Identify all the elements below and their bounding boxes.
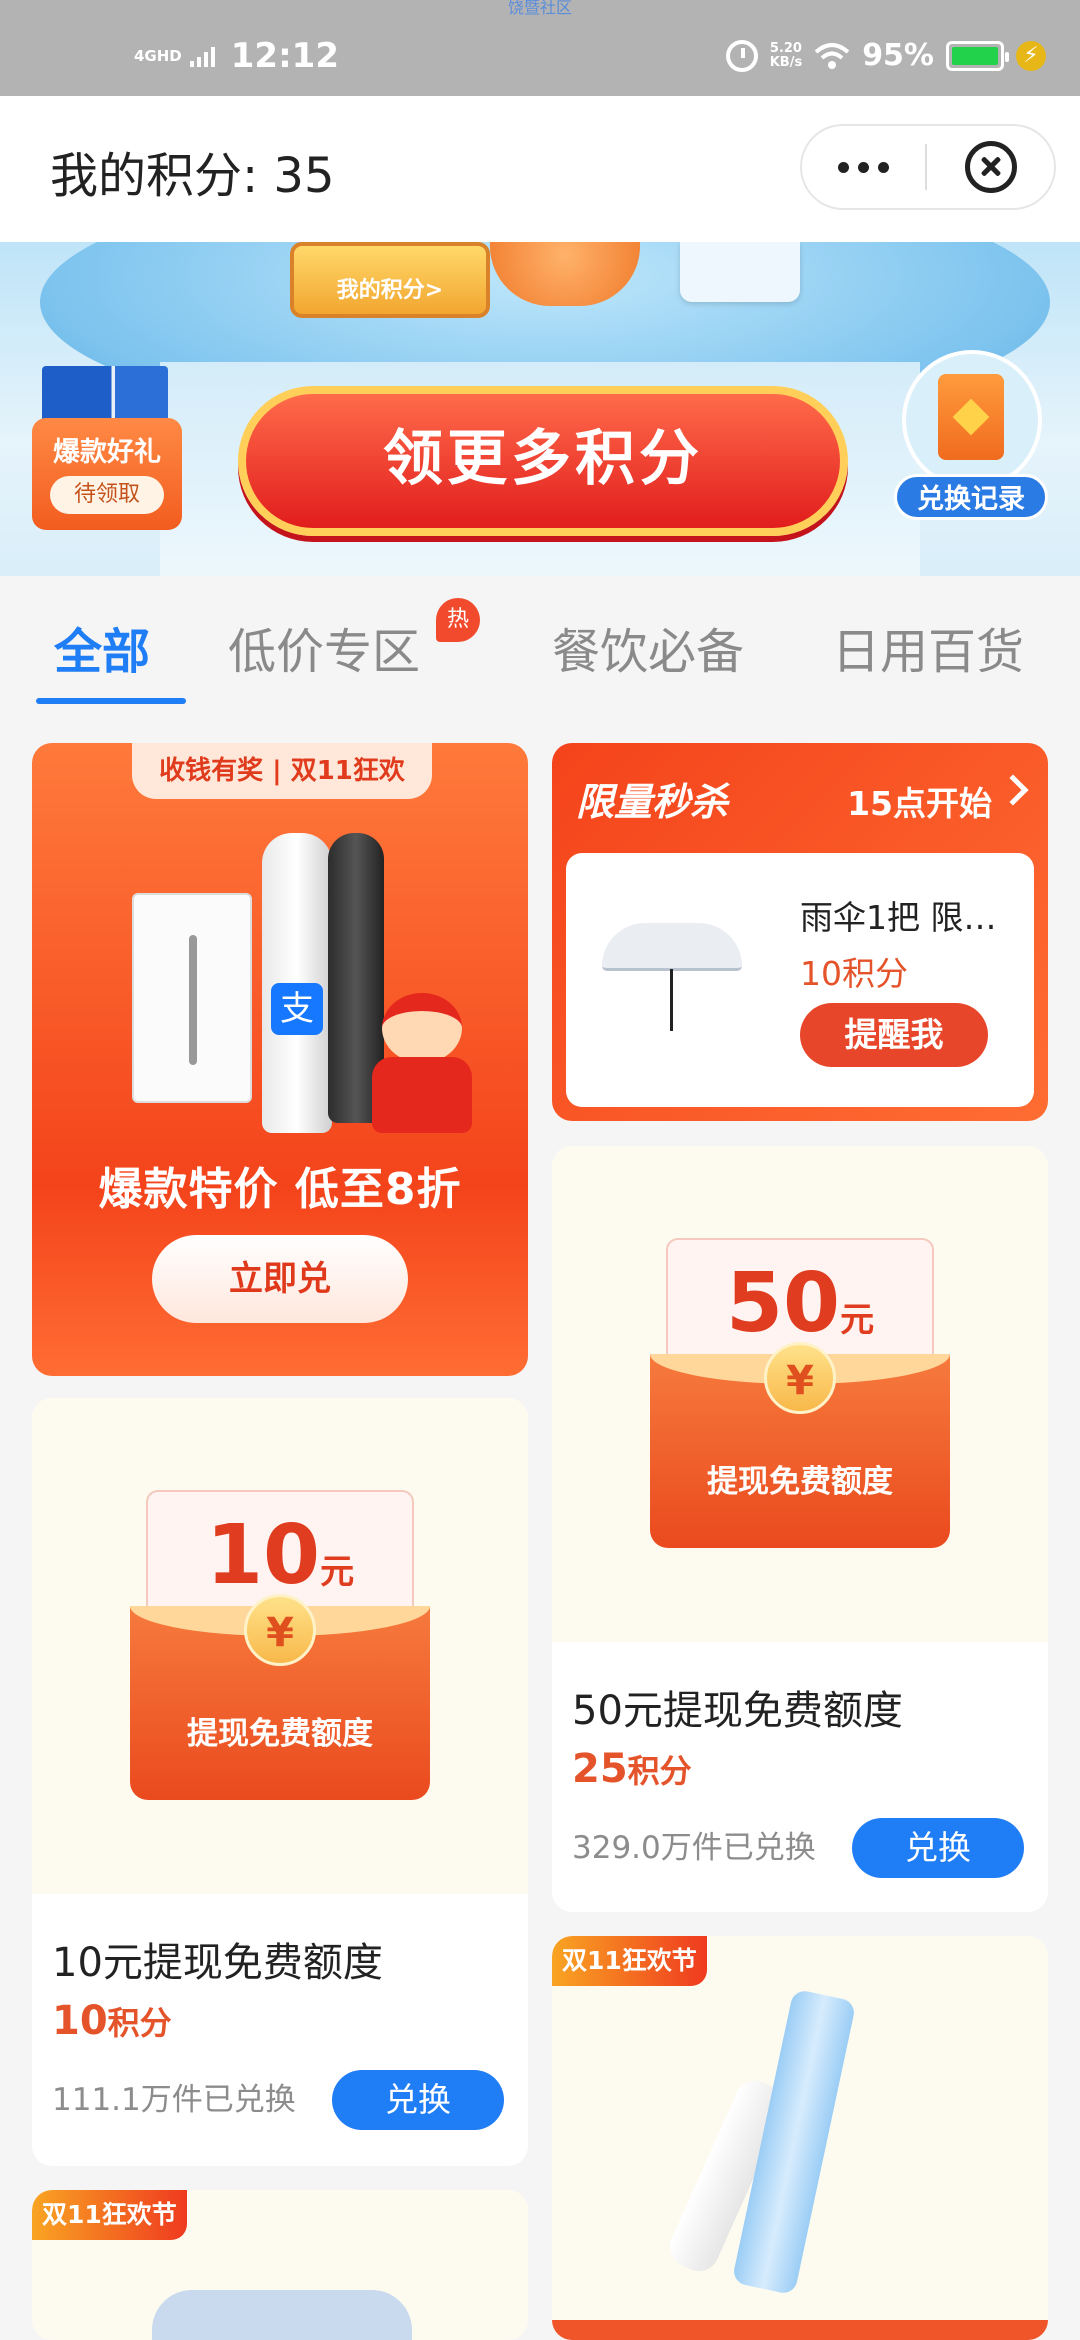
product-price: 25积分	[572, 1746, 692, 1792]
sold-count: 111.1万件已兑换	[52, 2082, 296, 2118]
promo-tag: 双11狂欢节	[32, 2190, 187, 2240]
chevron-right-icon[interactable]	[997, 774, 1029, 806]
yuan-coin-icon: ¥	[244, 1594, 316, 1666]
mask-image	[152, 2290, 412, 2340]
status-bar: 饶暨社区 4GHD 12:12 5.20 KB/s 95% ⚡	[0, 0, 1080, 96]
product-title: 10元提现免费额度	[52, 1940, 383, 1986]
redeem-now-button[interactable]: 立即兑	[152, 1235, 408, 1323]
price-unit: 积分	[107, 2004, 172, 2042]
cutter-bottom-strip	[552, 2320, 1048, 2340]
product-image: 50元 ¥ 提现免费额度	[552, 1146, 1048, 1642]
product-title: 50元提现免费额度	[572, 1688, 903, 1734]
close-button[interactable]	[927, 126, 1054, 208]
my-points-label: 我的积分>	[336, 278, 444, 303]
signal-icon	[189, 45, 215, 67]
flash-sale-title: 限量秒杀	[576, 780, 729, 824]
envelope-amount-unit: 元	[320, 1552, 355, 1592]
clipboard-icon	[938, 374, 1004, 460]
price-value: 25	[572, 1746, 628, 1792]
tab-dining[interactable]: 餐饮必备	[552, 612, 744, 682]
yuan-coin-icon: ¥	[764, 1342, 836, 1414]
status-right: 5.20 KB/s 95% ⚡	[725, 38, 1046, 73]
decor-device	[680, 242, 800, 302]
points-banner: 我的积分> 爆款好礼 待领取 领更多积分 兑换记录	[0, 242, 1080, 576]
flash-sale-card: 限量秒杀 15点开始 雨伞1把 限… 10积分 提醒我	[552, 743, 1048, 1121]
net-speed-unit: KB/s	[769, 54, 803, 70]
promo-card[interactable]: 收钱有奖 | 双11狂欢 支 爆款特价 低至8折 立即兑	[32, 743, 528, 1376]
product-card-cutter[interactable]: 双11狂欢节	[552, 1936, 1048, 2340]
gift-badge: 待领取	[50, 476, 164, 514]
promo-tag: 双11狂欢节	[552, 1936, 707, 1986]
exchange-record-button[interactable]: 兑换记录	[894, 350, 1054, 530]
pen-box-image	[132, 893, 252, 1103]
app-header: 我的积分: 35	[0, 96, 1080, 242]
network-type: 4GHD	[134, 47, 182, 65]
promo-product-image: 支	[92, 823, 472, 1173]
price-value: 10	[52, 1998, 108, 2044]
red-envelope-image: 50元 ¥ 提现免费额度	[650, 1238, 950, 1548]
exchange-record-label: 兑换记录	[894, 474, 1048, 520]
flash-item-name: 雨伞1把 限…	[800, 898, 997, 937]
product-card-mask[interactable]: 双11狂欢节	[32, 2190, 528, 2340]
flash-sale-item[interactable]: 雨伞1把 限… 10积分 提醒我	[566, 853, 1034, 1107]
alarm-icon	[725, 39, 758, 72]
envelope-amount-unit: 元	[840, 1300, 875, 1340]
close-icon	[964, 141, 1017, 193]
tab-daily-goods[interactable]: 日用百货	[832, 612, 1024, 682]
alipay-logo-icon: 支	[271, 983, 323, 1035]
exchange-button[interactable]: 兑换	[332, 2070, 504, 2130]
charging-icon: ⚡	[1016, 40, 1046, 71]
net-speed-value: 5.20	[769, 40, 802, 56]
product-image	[552, 1936, 1048, 2340]
envelope-label: 提现免费额度	[187, 1716, 373, 1752]
sold-count: 329.0万件已兑换	[572, 1830, 816, 1866]
dot-icon	[858, 161, 870, 173]
more-button[interactable]	[802, 126, 925, 208]
my-points-box[interactable]: 我的积分>	[290, 242, 490, 318]
envelope-amount-value: 10	[205, 1508, 321, 1603]
price-unit: 积分	[627, 1752, 692, 1790]
envelope-amount: 50元	[668, 1256, 932, 1351]
envelope-amount: 10元	[148, 1508, 412, 1603]
product-card-10[interactable]: 10元 ¥ 提现免费额度 10元提现免费额度 10积分 111.1万件已兑换 兑…	[32, 1398, 528, 2166]
remind-me-button[interactable]: 提醒我	[800, 1003, 988, 1067]
category-tabs: 全部 低价专区 热 餐饮必备 日用百货	[0, 576, 1080, 710]
umbrella-white-image: 支	[262, 833, 332, 1133]
dot-icon	[838, 161, 850, 173]
product-price: 10积分	[52, 1998, 172, 2044]
active-tab-indicator	[36, 698, 186, 704]
promo-headline: 爆款特价 低至8折	[98, 1164, 462, 1215]
tab-low-price[interactable]: 低价专区	[228, 612, 420, 682]
envelope-amount-value: 50	[725, 1256, 841, 1351]
flash-item-price: 10积分	[800, 954, 908, 993]
flash-sale-start[interactable]: 15点开始	[847, 777, 992, 825]
clock: 12:12	[230, 36, 339, 76]
gift-title: 爆款好礼	[53, 437, 161, 468]
net-speed: 5.20 KB/s	[769, 40, 803, 70]
hot-badge: 热	[436, 598, 480, 642]
page-title: 我的积分: 35	[50, 148, 335, 204]
umbrella-image	[602, 923, 742, 1033]
earn-more-points-label: 领更多积分	[383, 424, 703, 494]
wifi-icon	[814, 42, 850, 69]
product-image: 10元 ¥ 提现免费额度	[32, 1398, 528, 1894]
status-left: 4GHD 12:12	[134, 36, 339, 76]
red-envelope-image: 10元 ¥ 提现免费额度	[130, 1490, 430, 1800]
gift-box-image	[42, 366, 168, 426]
tab-all[interactable]: 全部	[54, 612, 150, 682]
envelope-label: 提现免费额度	[707, 1464, 893, 1500]
status-top-label: 饶暨社区	[507, 0, 572, 17]
mini-program-capsule	[800, 124, 1056, 210]
battery-icon	[946, 40, 1009, 71]
earn-more-points-button[interactable]: 领更多积分	[238, 386, 848, 536]
promo-ribbon: 收钱有奖 | 双11狂欢	[132, 743, 432, 799]
gift-card[interactable]: 爆款好礼 待领取	[32, 366, 182, 530]
mascot-image	[372, 973, 472, 1133]
product-card-50[interactable]: 50元 ¥ 提现免费额度 50元提现免费额度 25积分 329.0万件已兑换 兑…	[552, 1146, 1048, 1912]
dot-icon	[878, 161, 890, 173]
exchange-button[interactable]: 兑换	[852, 1818, 1024, 1878]
battery-percent: 95%	[862, 38, 934, 73]
